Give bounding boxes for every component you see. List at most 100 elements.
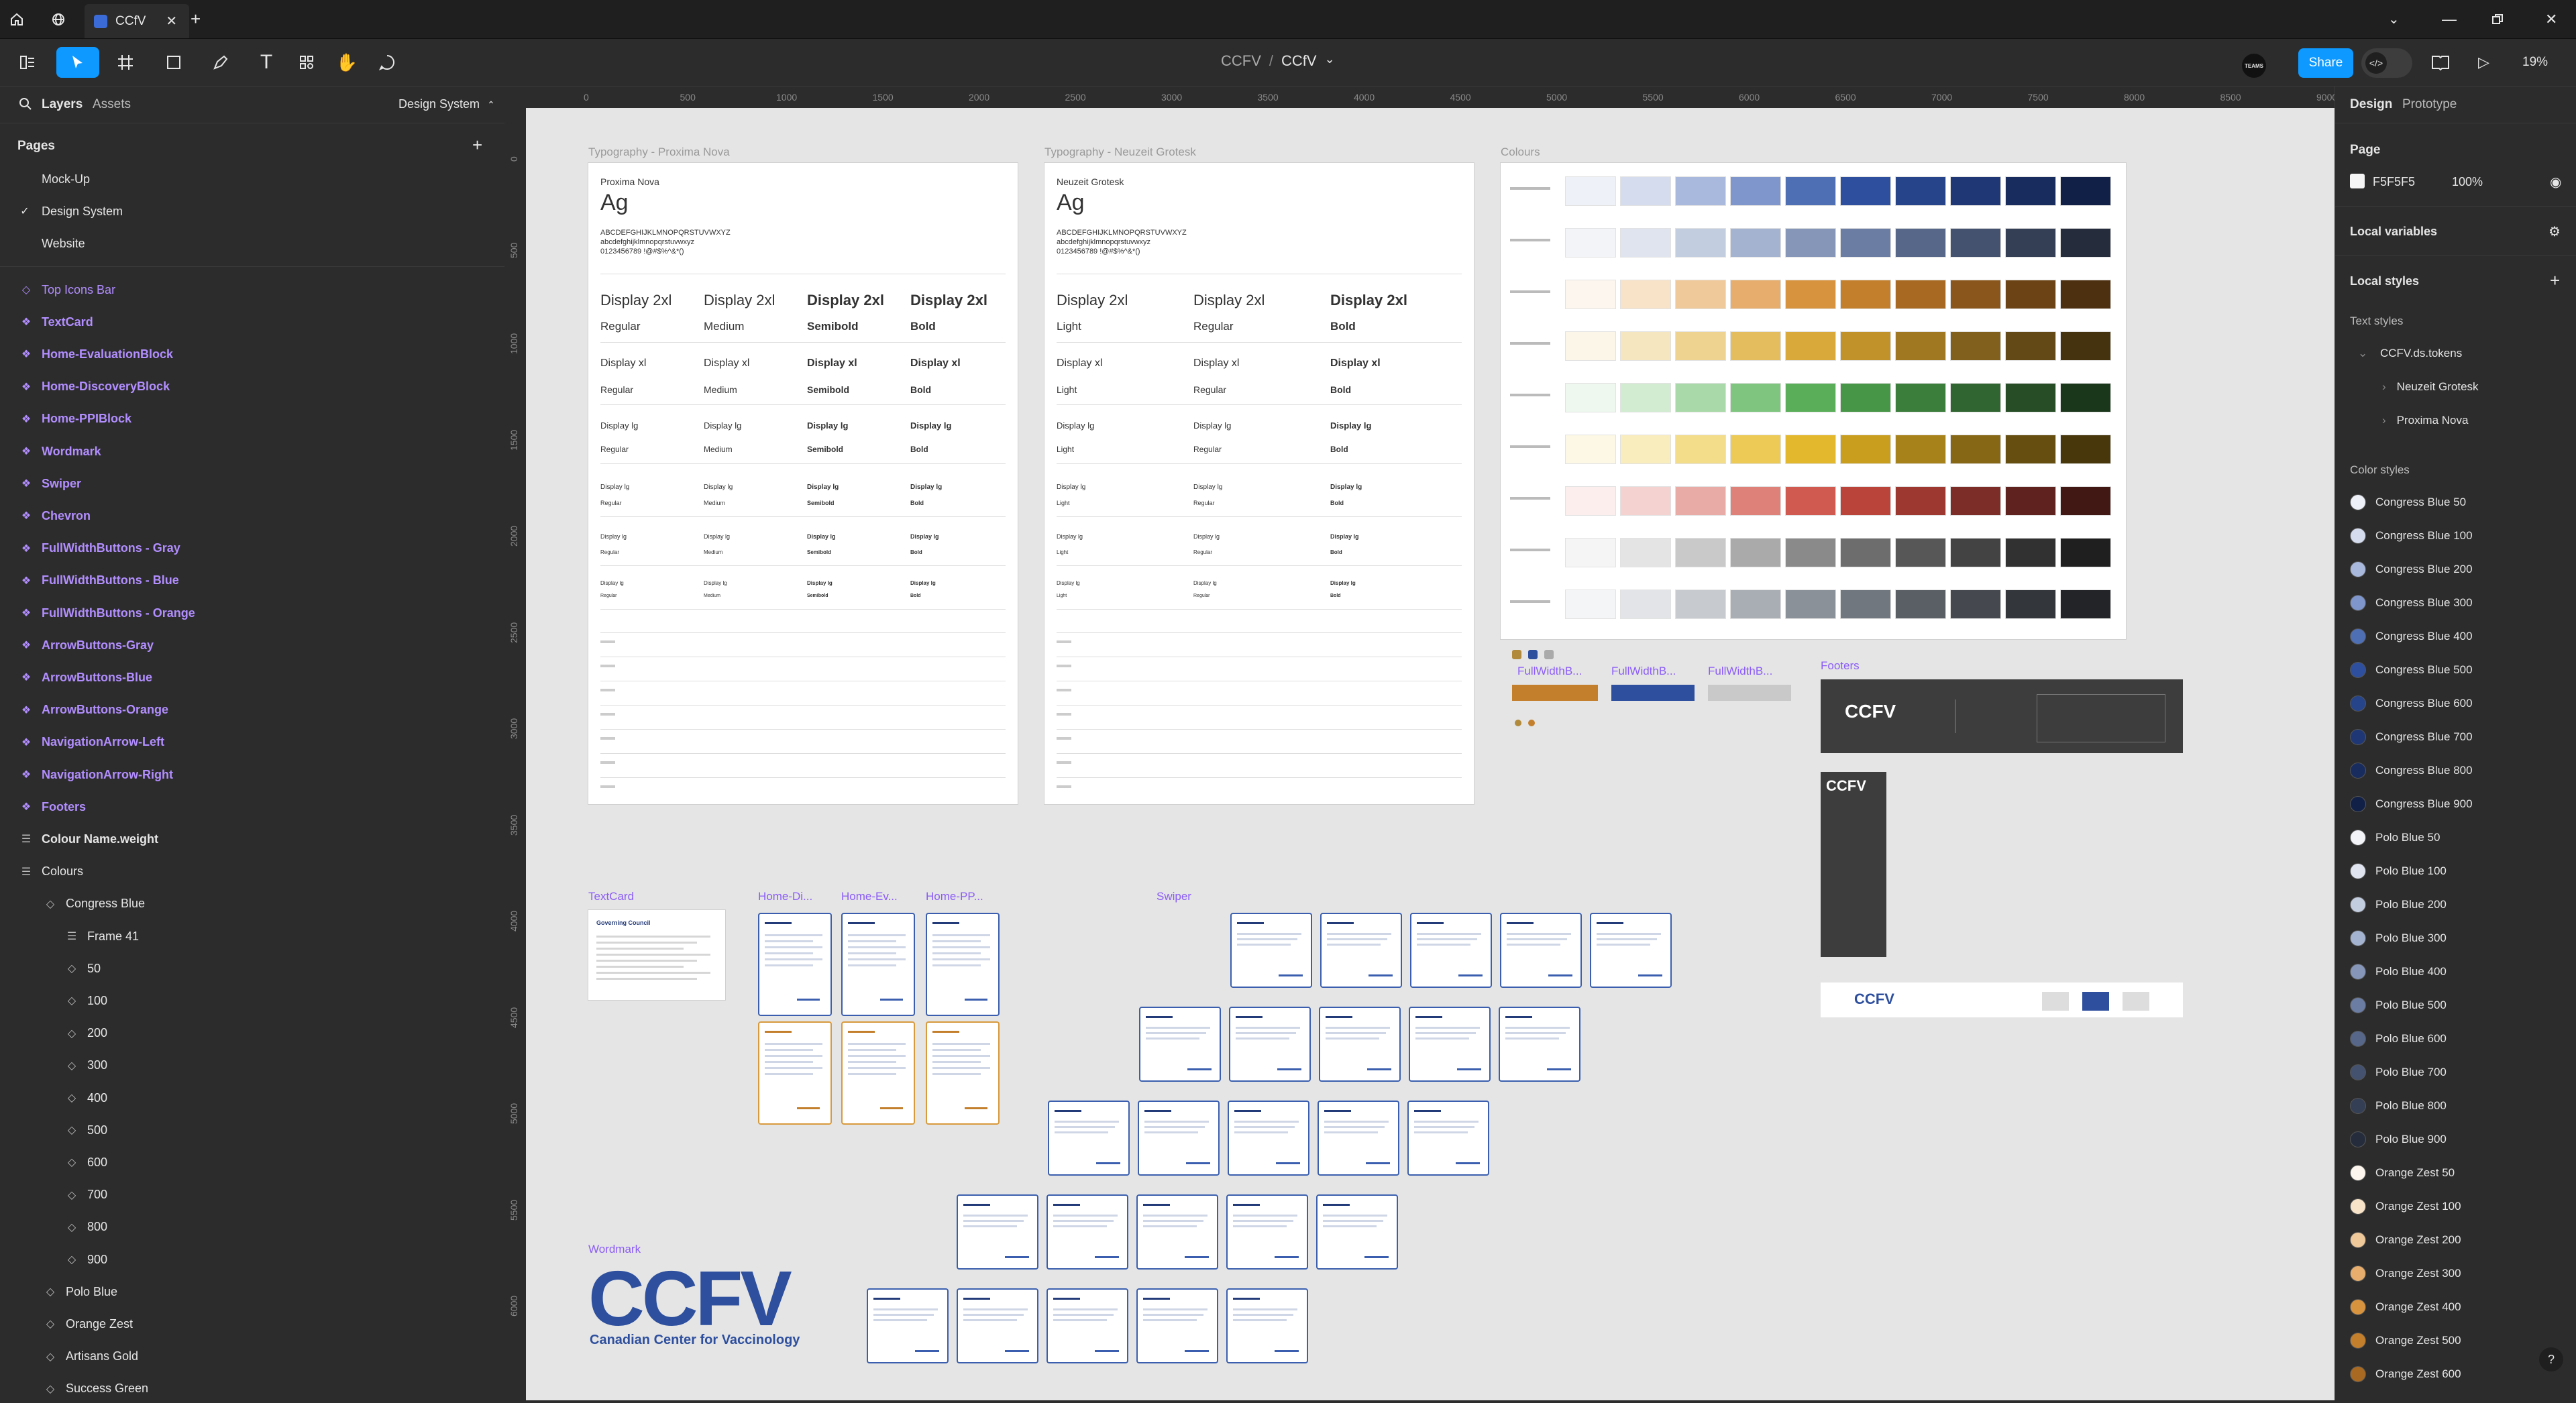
footer-desktop[interactable]: CCFV bbox=[1821, 679, 2183, 753]
layer-item[interactable]: ◇ 700 bbox=[0, 1181, 504, 1209]
component-label-footers[interactable]: Footers bbox=[1821, 659, 1860, 673]
comment-icon[interactable] bbox=[372, 47, 402, 78]
colour-swatch[interactable] bbox=[1840, 331, 1891, 361]
home-evaluation-card[interactable] bbox=[841, 913, 915, 1016]
swiper-card[interactable] bbox=[1318, 1101, 1399, 1176]
colour-swatch[interactable] bbox=[1785, 383, 1836, 412]
chevron-down-icon[interactable]: ⌄ bbox=[2388, 5, 2400, 33]
colour-swatch[interactable] bbox=[1565, 228, 1616, 258]
colour-swatch[interactable] bbox=[1785, 538, 1836, 567]
colour-swatch[interactable] bbox=[1565, 590, 1616, 619]
tab-assets[interactable]: Assets bbox=[93, 97, 131, 112]
swiper-card[interactable] bbox=[1046, 1194, 1128, 1270]
components-icon[interactable] bbox=[291, 47, 322, 78]
chevron-down-icon[interactable]: ⌄ bbox=[1325, 52, 1335, 70]
swiper-card[interactable] bbox=[957, 1194, 1038, 1270]
colour-swatch[interactable] bbox=[1785, 435, 1836, 464]
arrow-button-blue[interactable] bbox=[1528, 650, 1538, 659]
swiper-card[interactable] bbox=[1226, 1288, 1308, 1363]
page-item[interactable]: Website bbox=[0, 229, 504, 258]
layer-item[interactable]: ◇ 900 bbox=[0, 1245, 504, 1274]
colour-swatch[interactable] bbox=[2060, 486, 2111, 516]
main-menu-icon[interactable] bbox=[12, 47, 43, 78]
home-discovery-card[interactable] bbox=[758, 1021, 832, 1125]
component-label-textcard[interactable]: TextCard bbox=[588, 890, 634, 903]
component-label-swiper[interactable]: Swiper bbox=[1157, 890, 1191, 903]
colour-swatch[interactable] bbox=[1565, 176, 1616, 206]
colour-swatch[interactable] bbox=[1785, 176, 1836, 206]
colour-swatch[interactable] bbox=[1895, 228, 1946, 258]
layer-item[interactable]: ❖ Footers bbox=[0, 793, 504, 821]
layer-item[interactable]: ◇ 300 bbox=[0, 1052, 504, 1080]
layer-item[interactable]: ❖ Swiper bbox=[0, 469, 504, 498]
colour-swatch[interactable] bbox=[1785, 331, 1836, 361]
text-style-item[interactable]: › Proxima Nova bbox=[2382, 414, 2468, 427]
colour-swatch[interactable] bbox=[1565, 331, 1616, 361]
color-style-item[interactable]: Orange Zest 200 bbox=[2350, 1232, 2461, 1248]
footer-mobile[interactable]: CCFV bbox=[1821, 772, 1886, 957]
layer-item[interactable]: ❖ ArrowButtons-Blue bbox=[0, 663, 504, 691]
component-label-fullwidth-orange[interactable]: FullWidthB... bbox=[1517, 665, 1582, 678]
colour-swatch[interactable] bbox=[1950, 486, 2001, 516]
colour-swatch[interactable] bbox=[1950, 590, 2001, 619]
colour-swatch[interactable] bbox=[2060, 280, 2111, 309]
zoom-level[interactable]: 19% bbox=[2522, 55, 2548, 70]
colour-swatch[interactable] bbox=[2005, 383, 2056, 412]
frame-typography-neuzeit[interactable]: Neuzeit Grotesk Ag ABCDEFGHIJKLMNOPQRSTU… bbox=[1044, 163, 1474, 804]
colour-swatch[interactable] bbox=[1840, 176, 1891, 206]
arrow-buttons[interactable] bbox=[1512, 650, 1579, 659]
colour-swatch[interactable] bbox=[1675, 228, 1726, 258]
colour-swatch[interactable] bbox=[2060, 228, 2111, 258]
colour-swatch[interactable] bbox=[1950, 280, 2001, 309]
color-style-item[interactable]: Congress Blue 200 bbox=[2350, 561, 2473, 577]
colour-swatch[interactable] bbox=[1675, 435, 1726, 464]
component-label-fullwidth-gray[interactable]: FullWidthB... bbox=[1708, 665, 1772, 678]
color-style-item[interactable]: Polo Blue 200 bbox=[2350, 897, 2447, 913]
colour-swatch[interactable] bbox=[1895, 280, 1946, 309]
color-style-item[interactable]: Congress Blue 800 bbox=[2350, 763, 2473, 779]
colour-swatch[interactable] bbox=[1950, 176, 2001, 206]
colour-swatch[interactable] bbox=[1950, 538, 2001, 567]
tab-file[interactable]: CCfV ✕ bbox=[85, 4, 189, 38]
swiper-card[interactable] bbox=[1228, 1101, 1309, 1176]
colour-swatch[interactable] bbox=[1840, 228, 1891, 258]
colour-swatch[interactable] bbox=[2005, 435, 2056, 464]
tab-layers[interactable]: Layers bbox=[42, 97, 83, 112]
help-icon[interactable]: ? bbox=[2539, 1347, 2563, 1371]
top-icons-bar[interactable]: CCFV bbox=[1821, 983, 2183, 1017]
play-icon[interactable]: ▷ bbox=[2478, 54, 2489, 71]
navigation-arrow-left[interactable] bbox=[1515, 720, 1521, 726]
swiper-card[interactable] bbox=[1500, 913, 1582, 988]
colour-swatch[interactable] bbox=[1895, 331, 1946, 361]
color-style-item[interactable]: Orange Zest 300 bbox=[2350, 1266, 2461, 1282]
eye-icon[interactable]: ◉ bbox=[2550, 174, 2561, 190]
colour-swatch[interactable] bbox=[1840, 383, 1891, 412]
color-style-item[interactable]: Polo Blue 900 bbox=[2350, 1131, 2447, 1147]
colour-swatch[interactable] bbox=[1840, 486, 1891, 516]
teams-avatar[interactable]: TEAMS bbox=[2242, 54, 2266, 78]
colour-swatch[interactable] bbox=[1675, 590, 1726, 619]
minimize-icon[interactable]: — bbox=[2442, 5, 2457, 33]
colour-swatch[interactable] bbox=[2005, 331, 2056, 361]
colour-swatch[interactable] bbox=[2060, 435, 2111, 464]
layer-item[interactable]: ◇ 100 bbox=[0, 987, 504, 1015]
colour-swatch[interactable] bbox=[1565, 435, 1616, 464]
swiper-card[interactable] bbox=[1230, 913, 1312, 988]
search-icon[interactable] bbox=[19, 97, 32, 114]
arrow-button-orange[interactable] bbox=[1512, 650, 1521, 659]
colour-swatch[interactable] bbox=[1675, 176, 1726, 206]
layer-item[interactable]: ◇ Orange Zest bbox=[0, 1310, 504, 1338]
layer-item[interactable]: ◇ 800 bbox=[0, 1213, 504, 1241]
pen-tool-icon[interactable] bbox=[205, 47, 236, 78]
tab-prototype[interactable]: Prototype bbox=[2402, 97, 2457, 112]
colour-swatch[interactable] bbox=[1785, 280, 1836, 309]
page-selector[interactable]: Design System ⌃ bbox=[398, 97, 495, 111]
colour-swatch[interactable] bbox=[1620, 435, 1671, 464]
footer-signup[interactable] bbox=[2037, 694, 2165, 742]
fullwidth-button-blue[interactable] bbox=[1611, 685, 1695, 701]
colour-swatch[interactable] bbox=[1730, 280, 1781, 309]
colour-swatch[interactable] bbox=[1675, 331, 1726, 361]
colour-swatch[interactable] bbox=[1620, 331, 1671, 361]
colour-swatch[interactable] bbox=[1895, 435, 1946, 464]
frame-colours[interactable] bbox=[1501, 163, 2126, 639]
